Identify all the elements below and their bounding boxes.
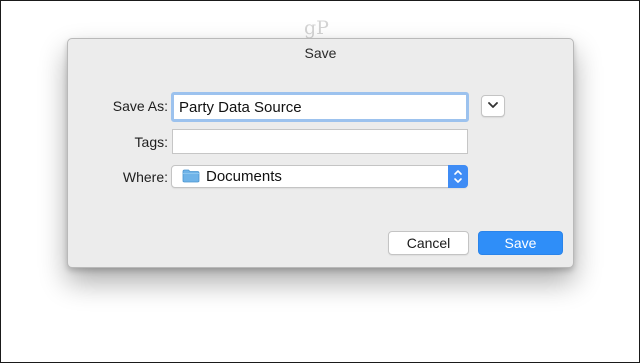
save-as-input[interactable]: [174, 95, 466, 119]
where-stepper[interactable]: [448, 165, 468, 188]
where-label: Where:: [122, 169, 168, 185]
save-button[interactable]: Save: [478, 231, 563, 255]
tags-field[interactable]: [172, 129, 468, 154]
dialog-title: Save: [304, 45, 337, 61]
save-as-label: Save As:: [112, 98, 168, 114]
folder-icon: [182, 169, 200, 183]
up-down-arrows-icon: [454, 170, 462, 183]
expand-dialog-button[interactable]: [481, 95, 505, 117]
tags-label: Tags:: [134, 134, 168, 150]
where-selected-value: Documents: [206, 168, 282, 185]
save-dialog: Save Save As: Tags: Where: Documents Can…: [67, 38, 574, 268]
watermark-logo: gP: [304, 17, 329, 39]
where-dropdown[interactable]: Documents: [171, 165, 468, 188]
chevron-down-icon: [488, 102, 498, 108]
cancel-button[interactable]: Cancel: [388, 231, 469, 255]
save-as-field[interactable]: [171, 92, 469, 122]
tags-input[interactable]: [173, 130, 467, 153]
